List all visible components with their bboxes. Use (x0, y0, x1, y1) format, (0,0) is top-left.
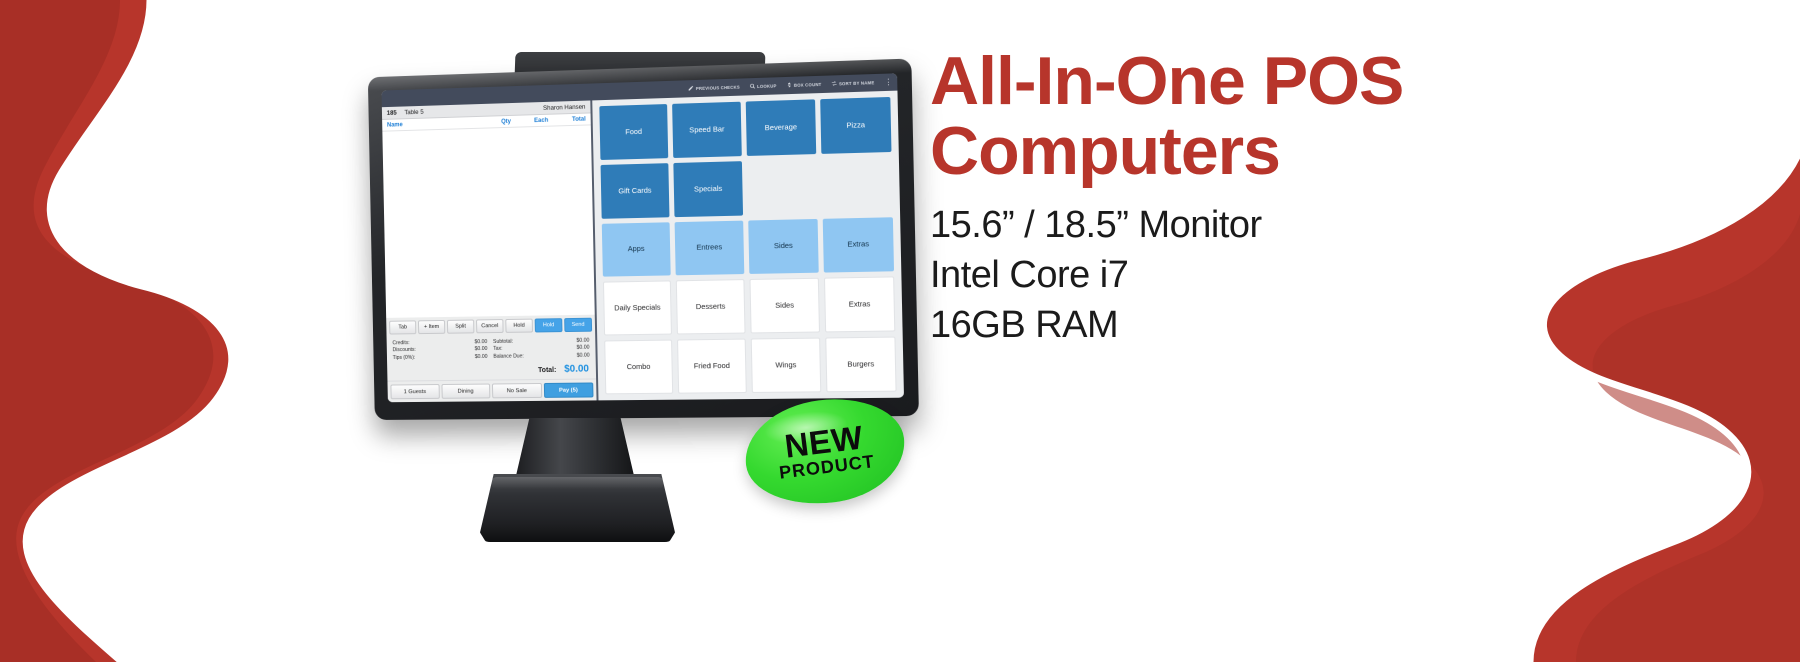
category-button-food[interactable]: Food (599, 104, 669, 160)
column-header-total: Total (571, 116, 586, 123)
hold-accent-button[interactable]: Hold (534, 317, 563, 332)
order-bottom-bar: 1 Guests Dining No Sale Pay (5) (387, 378, 597, 403)
split-button[interactable]: Split (446, 319, 475, 334)
category-button-wings[interactable]: Wings (750, 337, 822, 393)
totals-right-column: Subtotal: $0.00 Tax: $0.00 Balance Due: … (493, 337, 590, 361)
check-number: 185 (386, 109, 397, 117)
no-sale-button[interactable]: No Sale (491, 383, 542, 399)
headline-line-2: Computers (930, 113, 1281, 189)
headline-line-1: All-In-One POS (930, 43, 1404, 119)
monitor-bezel: PREVIOUS CHECKS LOOKUP BOX COUNT SORT BY… (367, 58, 919, 420)
switch-icon (831, 80, 837, 87)
stand-base-highlight (491, 477, 664, 489)
spec-ram: 16GB RAM (930, 304, 1119, 346)
monitor-stand-neck (515, 418, 635, 480)
category-button-extras[interactable]: Extras (822, 216, 895, 273)
spec-monitor: 15.6” / 18.5” Monitor (930, 204, 1262, 246)
category-button-apps[interactable]: Apps (601, 221, 671, 278)
toolbar-previous-checks[interactable]: PREVIOUS CHECKS (688, 84, 740, 93)
dollar-icon (786, 82, 792, 89)
order-totals: Credits: $0.00 Discounts: $0.00 Tips (0%… (386, 334, 597, 381)
category-grid: Food Speed Bar Beverage Pizza Gift Cards… (592, 90, 904, 401)
tips-row: Tips (0%): $0.00 (393, 353, 488, 362)
toolbar-sort-by-name[interactable]: SORT BY NAME (831, 79, 875, 88)
tips-value: $0.00 (474, 353, 488, 360)
kebab-menu-icon[interactable]: ⋮ (884, 77, 894, 86)
category-button-extras-2[interactable]: Extras (823, 276, 896, 333)
pos-screen: PREVIOUS CHECKS LOOKUP BOX COUNT SORT BY… (381, 73, 904, 403)
category-button-fried-food[interactable]: Fried Food (677, 338, 747, 394)
balance-due-label: Balance Due: (493, 352, 524, 360)
table-name: Table 5 (404, 108, 424, 116)
dining-button[interactable]: Dining (440, 383, 491, 399)
grand-total-label: Total: (538, 366, 557, 375)
tab-button[interactable]: Tab (389, 319, 417, 335)
column-header-name: Name (386, 121, 403, 129)
category-button-sides-2[interactable]: Sides (749, 278, 821, 334)
category-button-speed-bar[interactable]: Speed Bar (672, 101, 742, 158)
subtotal-label: Subtotal: (492, 338, 514, 345)
category-button-pizza[interactable]: Pizza (820, 96, 892, 154)
server-name: Sharon Hansen (542, 103, 586, 112)
category-slot-empty-1 (747, 159, 818, 215)
column-header-each: Each (534, 117, 549, 124)
cancel-button[interactable]: Cancel (476, 318, 504, 333)
toolbar-sort-by-name-label: SORT BY NAME (838, 80, 875, 87)
balance-due-row: Balance Due: $0.00 (493, 352, 589, 361)
totals-left-column: Credits: $0.00 Discounts: $0.00 Tips (0%… (392, 339, 487, 362)
hold-button[interactable]: Hold (505, 318, 533, 333)
toolbar-lookup[interactable]: LOOKUP (749, 82, 777, 90)
monitor-screen-area: PREVIOUS CHECKS LOOKUP BOX COUNT SORT BY… (381, 73, 904, 403)
category-button-combo[interactable]: Combo (604, 339, 674, 395)
order-item-list[interactable] (382, 125, 595, 318)
spec-cpu: Intel Core i7 (930, 254, 1129, 296)
pay-button[interactable]: Pay (5) (543, 382, 594, 398)
balance-due-value: $0.00 (576, 352, 590, 359)
tips-label: Tips (0%): (392, 354, 416, 361)
toolbar-previous-checks-label: PREVIOUS CHECKS (695, 84, 740, 92)
tax-label: Tax: (493, 345, 503, 352)
pos-body: 185 Table 5 Sharon Hansen Name Qty Each … (381, 90, 904, 403)
promo-copy: All-In-One POS Computers 15.6” / 18.5” M… (930, 46, 1570, 350)
toolbar-box-count[interactable]: BOX COUNT (786, 81, 822, 89)
order-ticket-pane: 185 Table 5 Sharon Hansen Name Qty Each … (381, 100, 599, 403)
category-button-daily-specials[interactable]: Daily Specials (602, 280, 672, 336)
new-product-badge: NEW PRODUCT (739, 390, 911, 513)
category-button-beverage[interactable]: Beverage (745, 99, 817, 156)
category-button-gift-cards[interactable]: Gift Cards (600, 162, 670, 219)
category-button-entrees[interactable]: Entrees (674, 220, 745, 276)
send-button[interactable]: Send (564, 317, 593, 332)
toolbar-lookup-label: LOOKUP (757, 83, 777, 90)
promo-banner: PREVIOUS CHECKS LOOKUP BOX COUNT SORT BY… (0, 0, 1800, 662)
category-slot-empty-2 (821, 157, 892, 213)
grand-total-row: Total: $0.00 (393, 364, 590, 377)
add-item-button[interactable]: + Item (417, 319, 446, 334)
toolbar-box-count-label: BOX COUNT (793, 81, 822, 88)
category-button-burgers[interactable]: Burgers (825, 336, 897, 393)
category-button-sides[interactable]: Sides (748, 218, 819, 275)
spec-list: 15.6” / 18.5” Monitor Intel Core i7 16GB… (930, 200, 1570, 350)
category-button-desserts[interactable]: Desserts (675, 279, 746, 335)
pencil-icon (688, 85, 694, 92)
category-button-specials[interactable]: Specials (673, 160, 744, 217)
guests-button[interactable]: 1 Guests (390, 384, 440, 400)
search-icon (749, 83, 755, 90)
column-header-qty: Qty (501, 118, 512, 125)
grand-total-value: $0.00 (564, 363, 590, 375)
